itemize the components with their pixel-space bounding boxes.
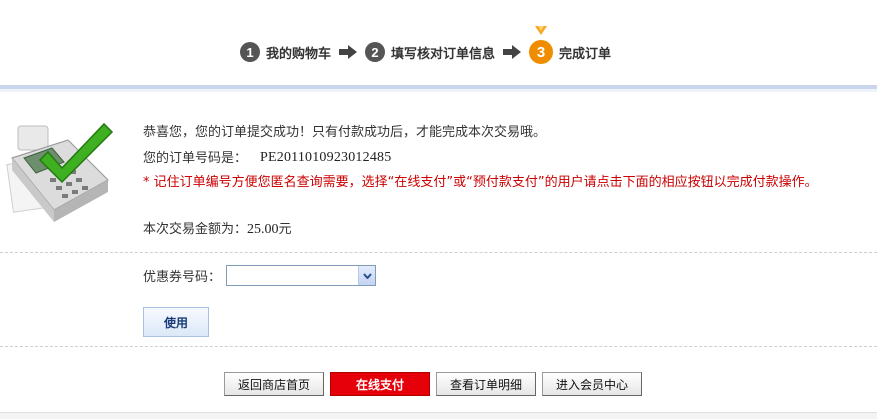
online-payment-button[interactable]: 在线支付: [330, 372, 430, 396]
coupon-label: 优惠券号码：: [143, 270, 222, 285]
order-number-label: 您的订单号码是：: [143, 151, 248, 166]
coupon-select[interactable]: [226, 265, 376, 286]
arrow-right-icon: [339, 45, 358, 59]
dropdown-button[interactable]: [358, 266, 375, 285]
step-number-active: 3: [529, 26, 554, 64]
medal-icon: [535, 26, 548, 35]
header-divider-shadow: [0, 89, 877, 92]
step-confirm: 2 填写核对订单信息: [365, 42, 495, 62]
section-divider: [0, 346, 877, 347]
pos-terminal-checkmark-icon: [6, 122, 114, 222]
section-divider: [0, 252, 877, 253]
step-label: 完成订单: [559, 46, 612, 62]
back-to-home-button[interactable]: 返回商店首页: [224, 372, 324, 396]
step-label: 填写核对订单信息: [391, 46, 496, 62]
amount-value: 25.00: [247, 222, 279, 237]
step-cart: 1 我的购物车: [240, 42, 331, 62]
step-number: 3: [536, 43, 546, 61]
step-label: 我的购物车: [266, 46, 332, 62]
checkout-steps: 1 我的购物车 2 填写核对订单信息 3 完成订单: [240, 26, 612, 64]
order-number-value: PE2011010923012485: [260, 150, 392, 165]
chevron-down-icon: [362, 272, 372, 279]
amount-unit: 元: [278, 222, 292, 237]
payment-notice: * 记住订单编号方便您匿名查询需要，选择“在线支付”或“预付款支付”的用户请点击…: [143, 175, 818, 190]
amount-label: 本次交易金额为：: [143, 222, 248, 237]
arrow-right-icon: [503, 45, 522, 59]
step-number: 2: [365, 42, 386, 62]
view-order-detail-button[interactable]: 查看订单明细: [436, 372, 536, 396]
step-number: 1: [240, 42, 260, 62]
step-complete: 3 完成订单: [529, 26, 612, 64]
use-coupon-button[interactable]: 使用: [143, 307, 209, 337]
bottom-bar: [0, 412, 877, 419]
amount-line: 本次交易金额为：25.00元: [143, 221, 873, 239]
member-center-button[interactable]: 进入会员中心: [542, 372, 642, 396]
success-message: 恭喜您，您的订单提交成功！只有付款成功后，才能完成本次交易哦。: [143, 125, 547, 140]
